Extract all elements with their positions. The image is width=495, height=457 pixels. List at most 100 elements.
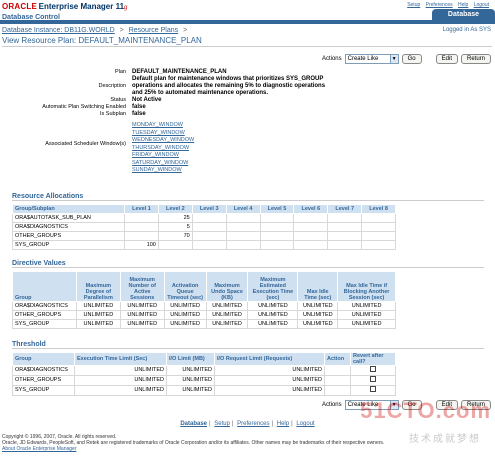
group-cell: ORA$DIAGNOSTICS bbox=[12, 365, 75, 376]
windows-label: Associated Scheduler Window(s) bbox=[45, 141, 126, 147]
column-header: Activation Queue Timeout (sec) bbox=[163, 271, 207, 302]
value-cell: UNLIMITED bbox=[119, 301, 165, 311]
group-cell: ORA$DIAGNOSTICS bbox=[12, 222, 125, 232]
actions-bar-top: Actions Create Like ▼ Go Edit Return bbox=[322, 54, 491, 64]
footer-setup-link[interactable]: Setup bbox=[214, 421, 230, 427]
about-link[interactable]: About Oracle Enterprise Manager bbox=[2, 446, 384, 452]
product-version: g bbox=[124, 5, 128, 11]
column-header: Group bbox=[12, 352, 75, 366]
level-cell bbox=[327, 213, 363, 223]
subplan-value: false bbox=[132, 111, 146, 117]
group-cell: SYS_GROUP bbox=[12, 240, 125, 250]
group-cell: ORA$DIAGNOSTICS bbox=[12, 301, 77, 311]
status-label: Status bbox=[110, 97, 126, 103]
value-cell: UNLIMITED bbox=[205, 301, 249, 311]
group-cell: SYS_GROUP bbox=[12, 319, 77, 329]
breadcrumb-resource-plans[interactable]: Resource Plans bbox=[129, 27, 178, 34]
level-cell bbox=[259, 240, 295, 250]
level-cell bbox=[361, 231, 396, 241]
breadcrumb-separator: > bbox=[183, 27, 188, 34]
description-label: Description bbox=[98, 83, 126, 89]
group-cell: OTHER_GROUPS bbox=[12, 375, 75, 386]
column-header: Level 7 bbox=[327, 204, 363, 214]
revert-cell bbox=[350, 385, 396, 396]
column-header: Level 2 bbox=[157, 204, 193, 214]
setup-link[interactable]: Setup bbox=[407, 2, 420, 8]
window-link[interactable]: SUNDAY_WINDOW bbox=[132, 167, 194, 175]
value-cell: UNLIMITED bbox=[75, 310, 121, 320]
revert-cell bbox=[350, 365, 396, 376]
column-header: Group/Subplan bbox=[12, 204, 125, 214]
footer-database-link[interactable]: Database bbox=[180, 421, 207, 427]
column-header: Level 6 bbox=[293, 204, 329, 214]
column-header: Level 1 bbox=[124, 204, 159, 214]
value-cell: UNLIMITED bbox=[205, 310, 249, 320]
watermark-slogan: 技术成就梦想 bbox=[409, 434, 481, 445]
column-header: Maximum Degree of Parallelism bbox=[75, 271, 121, 302]
group-cell: ORA$AUTOTASK_SUB_PLAN bbox=[12, 213, 125, 223]
table-row: ORA$AUTOTASK_SUB_PLAN 25 bbox=[12, 213, 396, 223]
footer-help-link[interactable]: Help bbox=[277, 421, 289, 427]
level-cell: 5 bbox=[157, 222, 193, 232]
column-header: Maximum Estimated Execution Time (sec) bbox=[247, 271, 299, 302]
threshold-table: Group Execution Time Limit (Sec) I/O Lim… bbox=[12, 352, 396, 396]
breadcrumb-instance[interactable]: Database Instance: DB11G.WORLD bbox=[2, 27, 115, 34]
table-header-row: Group Execution Time Limit (Sec) I/O Lim… bbox=[12, 352, 396, 366]
preferences-link[interactable]: Preferences bbox=[426, 2, 453, 8]
revert-checkbox[interactable] bbox=[370, 386, 376, 392]
value-cell: UNLIMITED bbox=[75, 319, 121, 329]
value-cell: UNLIMITED bbox=[74, 375, 167, 386]
value-cell: UNLIMITED bbox=[247, 310, 299, 320]
go-button[interactable]: Go bbox=[401, 54, 422, 64]
revert-checkbox[interactable] bbox=[370, 366, 376, 372]
footer-logout-link[interactable]: Logout bbox=[296, 421, 314, 427]
return-button[interactable]: Return bbox=[460, 54, 491, 64]
edit-button[interactable]: Edit bbox=[435, 54, 458, 64]
group-cell: OTHER_GROUPS bbox=[12, 231, 125, 241]
window-link[interactable]: FRIDAY_WINDOW bbox=[132, 152, 194, 160]
level-cell bbox=[259, 213, 295, 223]
window-link[interactable]: SATURDAY_WINDOW bbox=[132, 160, 194, 168]
allocations-heading: Resource Allocations bbox=[12, 193, 484, 201]
level-cell bbox=[191, 213, 227, 223]
level-cell bbox=[327, 231, 363, 241]
windows-list: MONDAY_WINDOW TUESDAY_WINDOW WEDNESDAY_W… bbox=[132, 122, 194, 175]
level-cell bbox=[225, 231, 261, 241]
window-link[interactable]: MONDAY_WINDOW bbox=[132, 122, 194, 130]
value-cell: UNLIMITED bbox=[297, 310, 339, 320]
window-link[interactable]: TUESDAY_WINDOW bbox=[132, 130, 194, 138]
level-cell bbox=[293, 213, 329, 223]
revert-checkbox[interactable] bbox=[370, 376, 376, 382]
value-cell: UNLIMITED bbox=[74, 385, 167, 396]
table-header-row: Group/Subplan Level 1 Level 2 Level 3 Le… bbox=[12, 204, 396, 214]
revert-cell bbox=[350, 375, 396, 386]
copyright: Copyright © 1996, 2007, Oracle. All righ… bbox=[2, 434, 384, 452]
action-cell bbox=[324, 385, 351, 396]
level-cell bbox=[361, 213, 396, 223]
logout-link[interactable]: Logout bbox=[474, 2, 489, 8]
directives-heading: Directive Values bbox=[12, 260, 484, 268]
footer-preferences-link[interactable]: Preferences bbox=[237, 421, 269, 427]
level-cell bbox=[225, 240, 261, 250]
action-cell bbox=[324, 365, 351, 376]
allocations-table: Group/Subplan Level 1 Level 2 Level 3 Le… bbox=[12, 204, 396, 250]
window-link[interactable]: THURSDAY_WINDOW bbox=[132, 145, 194, 153]
value-cell: UNLIMITED bbox=[166, 365, 215, 376]
level-cell bbox=[259, 231, 295, 241]
table-row: ORA$DIAGNOSTICS UNLIMITED UNLIMITED UNLI… bbox=[12, 365, 396, 376]
logged-in-status: Logged in As SYS bbox=[442, 27, 491, 33]
level-cell bbox=[225, 222, 261, 232]
level-cell bbox=[191, 240, 227, 250]
window-link[interactable]: WEDNESDAY_WINDOW bbox=[132, 137, 194, 145]
help-link[interactable]: Help bbox=[458, 2, 468, 8]
value-cell: UNLIMITED bbox=[297, 319, 339, 329]
level-cell bbox=[191, 231, 227, 241]
oracle-wordmark: ORACLE bbox=[2, 2, 37, 11]
actions-select[interactable]: Create Like ▼ bbox=[344, 54, 399, 64]
table-row: ORA$DIAGNOSTICS 5 bbox=[12, 222, 396, 232]
value-cell: UNLIMITED bbox=[163, 319, 207, 329]
level-cell: 100 bbox=[124, 240, 159, 250]
threshold-heading: Threshold bbox=[12, 341, 484, 349]
plan-label: Plan bbox=[114, 69, 126, 75]
tab-database[interactable]: Database bbox=[432, 9, 495, 20]
